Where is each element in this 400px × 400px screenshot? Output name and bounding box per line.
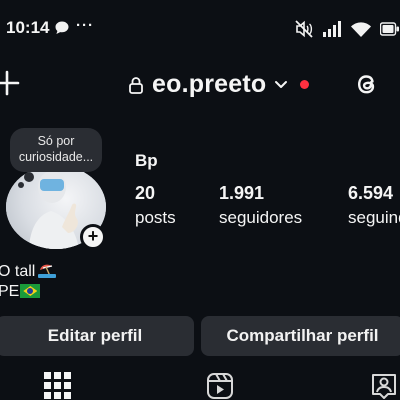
following-label: seguindo bbox=[348, 208, 400, 227]
threads-icon[interactable] bbox=[353, 70, 381, 98]
bio-text-2: PE bbox=[0, 283, 20, 300]
signal-icon bbox=[323, 21, 341, 37]
status-time: 10:14 bbox=[6, 18, 50, 37]
username: eo.preeto bbox=[152, 70, 267, 98]
status-notifications: ··· bbox=[54, 16, 94, 36]
battery-icon bbox=[380, 22, 399, 36]
bio-line-2: PE bbox=[0, 283, 41, 301]
followers-count: 1.991 bbox=[219, 183, 265, 203]
posts-count: 20 bbox=[135, 183, 156, 203]
bio-text-1: O tall bbox=[0, 263, 36, 280]
stat-posts[interactable]: 20 posts bbox=[135, 183, 176, 228]
grid-icon[interactable] bbox=[44, 372, 72, 400]
bio-line-1: O tall bbox=[0, 262, 57, 281]
share-profile-button[interactable]: Compartilhar perfil bbox=[201, 316, 400, 356]
stat-following[interactable]: 6.594 seguindo bbox=[348, 183, 400, 228]
profile-note[interactable]: Só por curiosidade... bbox=[10, 128, 102, 172]
followers-label: seguidores bbox=[219, 208, 303, 227]
plus-icon[interactable] bbox=[0, 70, 20, 96]
reels-icon[interactable] bbox=[206, 372, 234, 400]
profile-header: eo.preeto bbox=[0, 60, 400, 106]
account-switcher[interactable]: eo.preeto bbox=[128, 70, 310, 99]
beach-umbrella-icon bbox=[38, 262, 57, 278]
status-system-icons bbox=[294, 20, 400, 38]
notification-dot bbox=[300, 80, 310, 89]
chevron-down-icon bbox=[275, 80, 288, 88]
mute-icon bbox=[295, 20, 313, 38]
posts-label: posts bbox=[135, 208, 176, 227]
plus-small-icon: + bbox=[87, 226, 99, 246]
edit-profile-button[interactable]: Editar perfil bbox=[0, 316, 194, 356]
wifi-icon bbox=[351, 21, 371, 37]
brazil-flag-icon bbox=[20, 284, 41, 298]
chat-bubble-icon bbox=[55, 21, 69, 34]
more-notifications-dots: ··· bbox=[76, 16, 94, 34]
display-name: Bp bbox=[135, 151, 158, 170]
note-tail-small bbox=[18, 182, 24, 188]
add-story-button[interactable]: + bbox=[80, 224, 106, 250]
following-count: 6.594 bbox=[348, 183, 394, 203]
stat-followers[interactable]: 1.991 seguidores bbox=[219, 183, 302, 228]
lock-icon bbox=[129, 76, 143, 94]
tagged-icon[interactable] bbox=[370, 372, 398, 400]
note-tail bbox=[24, 172, 34, 182]
status-bar: 10:14 ··· bbox=[0, 0, 400, 56]
